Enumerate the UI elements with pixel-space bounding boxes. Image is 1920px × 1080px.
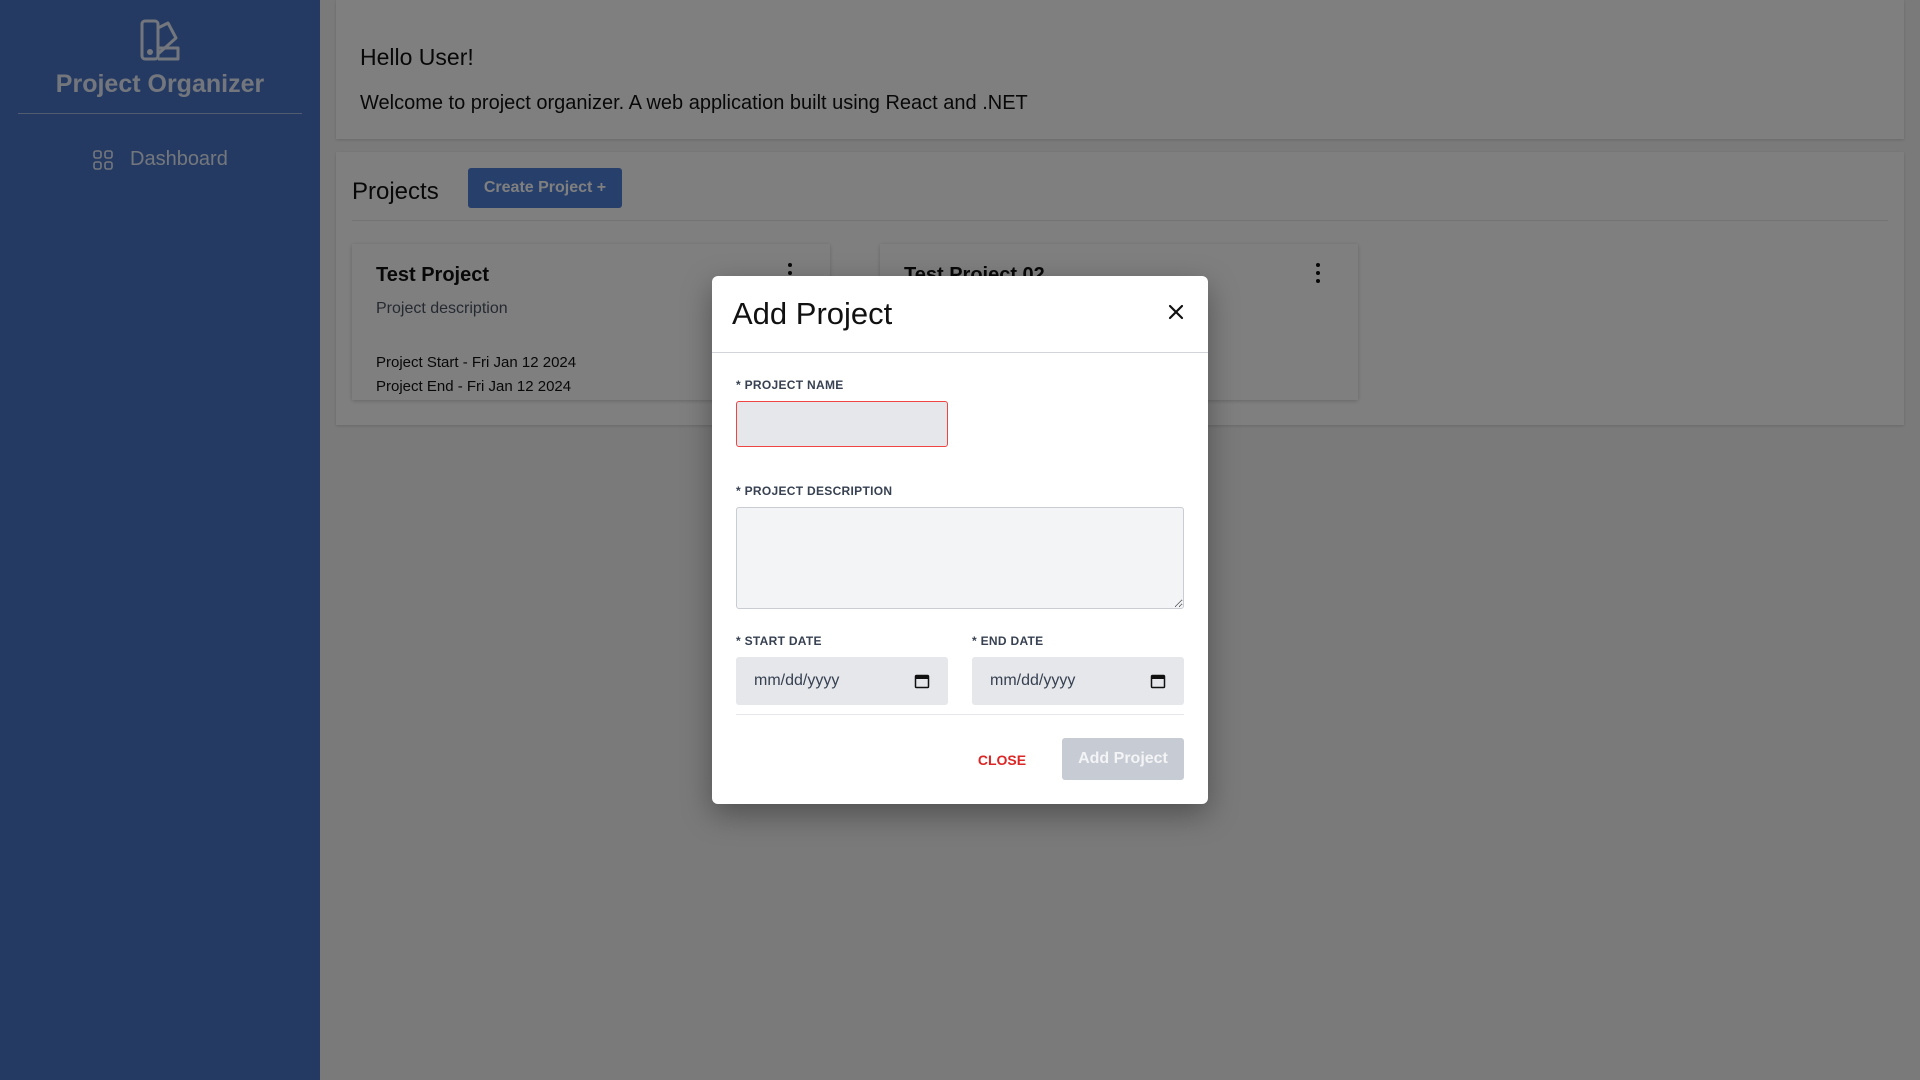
calendar-icon[interactable] (914, 673, 930, 689)
add-project-button[interactable]: Add Project (1062, 738, 1184, 780)
close-button[interactable]: CLOSE (970, 743, 1034, 777)
add-project-modal: Add Project * PROJECT NAME * PROJECT DES… (712, 276, 1208, 804)
start-date-placeholder: mm/dd/yyyy (754, 672, 840, 689)
project-description-label: * PROJECT DESCRIPTION (736, 484, 893, 498)
end-date-input[interactable]: mm/dd/yyyy (972, 657, 1184, 705)
start-date-input[interactable]: mm/dd/yyyy (736, 657, 948, 705)
modal-footer-divider (736, 714, 1184, 715)
start-date-label: * START DATE (736, 634, 822, 648)
project-description-textarea[interactable] (736, 507, 1184, 609)
modal-title: Add Project (732, 296, 893, 331)
modal-header-divider (712, 352, 1208, 353)
end-date-placeholder: mm/dd/yyyy (990, 672, 1076, 689)
calendar-icon[interactable] (1150, 673, 1166, 689)
project-name-input[interactable] (736, 401, 948, 447)
close-icon[interactable] (1162, 298, 1190, 326)
project-name-label: * PROJECT NAME (736, 378, 844, 392)
end-date-label: * END DATE (972, 634, 1044, 648)
